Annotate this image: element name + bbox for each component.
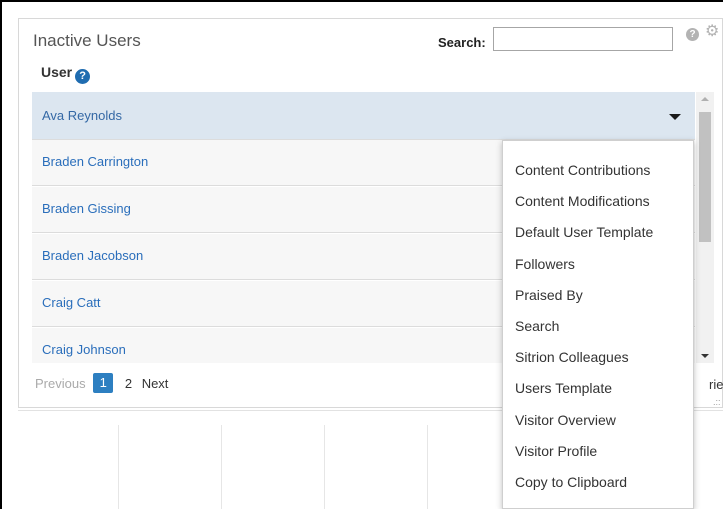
menu-item-users-template[interactable]: Users Template	[503, 373, 693, 404]
page-1-button[interactable]: 1	[93, 373, 114, 393]
help-icon[interactable]: ?	[686, 28, 699, 41]
panel-title: Inactive Users	[33, 31, 141, 50]
menu-item-followers[interactable]: Followers	[503, 249, 693, 280]
menu-item-default-user-template[interactable]: Default User Template	[503, 217, 693, 248]
user-name[interactable]: Braden Carrington	[42, 154, 148, 169]
user-name[interactable]: Craig Johnson	[42, 342, 126, 357]
scroll-down-arrow-icon[interactable]	[701, 354, 709, 358]
entries-label: ries	[709, 377, 723, 392]
search-label: Search:	[438, 35, 486, 50]
menu-item-praised-by[interactable]: Praised By	[503, 280, 693, 311]
chevron-down-icon[interactable]	[669, 114, 681, 120]
scrollbar-thumb[interactable]	[699, 112, 711, 242]
grid-divider	[118, 425, 119, 509]
user-column-label: User	[41, 64, 73, 80]
resize-grip-icon[interactable]: .::	[713, 397, 721, 407]
help-icon[interactable]: ?	[75, 69, 91, 84]
scroll-up-arrow-icon[interactable]	[701, 97, 709, 101]
grid-divider	[427, 425, 428, 509]
user-column-header[interactable]: User?	[41, 64, 91, 84]
user-name[interactable]: Braden Gissing	[42, 201, 131, 216]
user-name[interactable]: Braden Jacobson	[42, 248, 143, 263]
menu-item-content-contributions[interactable]: Content Contributions	[503, 155, 693, 186]
menu-item-copy-to-clipboard[interactable]: Copy to Clipboard	[503, 467, 693, 498]
context-menu: Content Contributions Content Modificati…	[502, 140, 694, 509]
user-name[interactable]: Craig Catt	[42, 295, 101, 310]
page-2-button[interactable]: 2	[125, 376, 132, 391]
next-page-button[interactable]: Next	[142, 376, 169, 391]
search-input[interactable]	[493, 27, 673, 51]
grid-divider	[324, 425, 325, 509]
menu-item-search[interactable]: Search	[503, 311, 693, 342]
gear-icon[interactable]: ⚙	[705, 24, 719, 40]
previous-page-button[interactable]: Previous	[35, 376, 86, 391]
pagination: Previous 1 2 Next	[35, 373, 168, 393]
list-scrollbar[interactable]	[696, 92, 714, 363]
list-item-selected[interactable]: Ava Reynolds	[32, 92, 695, 140]
menu-item-visitor-profile[interactable]: Visitor Profile	[503, 436, 693, 467]
grid-divider	[221, 425, 222, 509]
menu-item-content-modifications[interactable]: Content Modifications	[503, 186, 693, 217]
user-name[interactable]: Ava Reynolds	[42, 108, 122, 123]
menu-item-visitor-overview[interactable]: Visitor Overview	[503, 405, 693, 436]
menu-item-sitrion-colleagues[interactable]: Sitrion Colleagues	[503, 342, 693, 373]
